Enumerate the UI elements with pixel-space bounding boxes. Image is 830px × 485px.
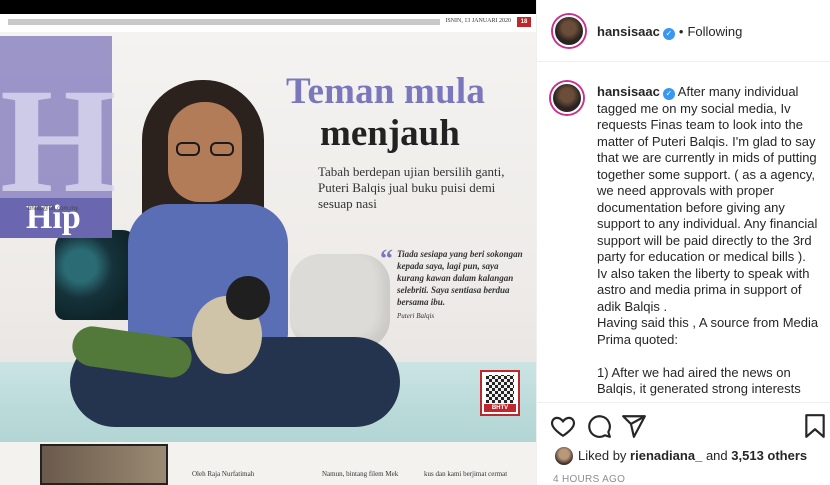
header-info: hansisaac ✓ • Following xyxy=(597,23,742,41)
caption-avatar[interactable] xyxy=(551,82,583,114)
qr-tag: BHTV xyxy=(484,404,516,412)
section-letter: H xyxy=(0,58,117,224)
headline-line1: Teman mula xyxy=(286,71,486,112)
page-tag: 18 xyxy=(517,17,531,27)
avatar[interactable] xyxy=(553,15,585,47)
bookmark-icon[interactable] xyxy=(802,413,828,439)
caption: hansisaac ✓ After many individual tagged … xyxy=(597,84,819,398)
caption-verified-icon: ✓ xyxy=(662,88,675,100)
headline-line2: menjauh xyxy=(320,113,460,154)
glasses xyxy=(176,142,234,156)
newspaper-date: ISNIN, 13 JANUARI 2020 xyxy=(445,18,511,24)
caption-text: After many individual tagged me on my so… xyxy=(597,84,819,396)
header-username[interactable]: hansisaac xyxy=(597,24,660,39)
liker-avatar[interactable] xyxy=(555,447,573,465)
quote-attribution: Puteri Balqis xyxy=(397,312,435,320)
quote-mark: “ xyxy=(380,244,393,273)
following-button[interactable]: Following xyxy=(687,24,742,39)
post-image[interactable]: ISNIN, 13 JANUARI 2020 18 H Hip bhhip@bh… xyxy=(0,0,537,485)
plush-toy-head xyxy=(226,276,270,320)
caption-username[interactable]: hansisaac xyxy=(597,84,660,99)
qr-pattern xyxy=(486,375,514,403)
heart-icon[interactable] xyxy=(550,413,576,439)
comment-icon[interactable] xyxy=(586,413,612,439)
byline: Oleh Raja Nurfatimah xyxy=(192,470,255,478)
liked-by-prefix: Liked by xyxy=(578,448,627,463)
post-timestamp[interactable]: 4 HOURS AGO xyxy=(553,474,625,485)
likes-summary: Liked by rienadiana_ and 3,513 others xyxy=(578,448,807,463)
article-col2: Namun, bintang filem Mek xyxy=(322,470,399,478)
standfirst: Tabah berdepan ujian bersilih ganti, Put… xyxy=(318,164,505,211)
post-header: hansisaac ✓ • Following xyxy=(537,0,830,62)
newspaper-dateline: ISNIN, 13 JANUARI 2020 18 xyxy=(0,14,536,32)
article-col3: kus dan kami berjimat cermat xyxy=(424,470,508,478)
pillow-right xyxy=(290,254,390,349)
verified-badge-icon: ✓ xyxy=(662,28,675,40)
section-badge: H Hip xyxy=(0,36,117,238)
share-icon[interactable] xyxy=(621,413,647,439)
liked-by-suffix: and xyxy=(705,448,728,463)
dateline-rule xyxy=(8,19,440,25)
comments-area[interactable]: hansisaac ✓ After many individual tagged … xyxy=(537,62,830,402)
image-top-bar xyxy=(0,0,536,14)
inset-photo xyxy=(40,444,168,485)
section-word: Hip xyxy=(0,198,112,238)
section-url: bhhip@bh.com.my xyxy=(28,206,79,212)
pull-quote: Tiada sesiapa yang beri sokongan kepada … xyxy=(397,249,523,307)
separator-dot: • xyxy=(678,24,684,39)
likes-count[interactable]: 3,513 others xyxy=(731,448,807,463)
liked-by-user[interactable]: rienadiana_ xyxy=(630,448,702,463)
action-bar: Liked by rienadiana_ and 3,513 others 4 … xyxy=(537,402,830,485)
qr-code: BHTV xyxy=(480,370,520,416)
